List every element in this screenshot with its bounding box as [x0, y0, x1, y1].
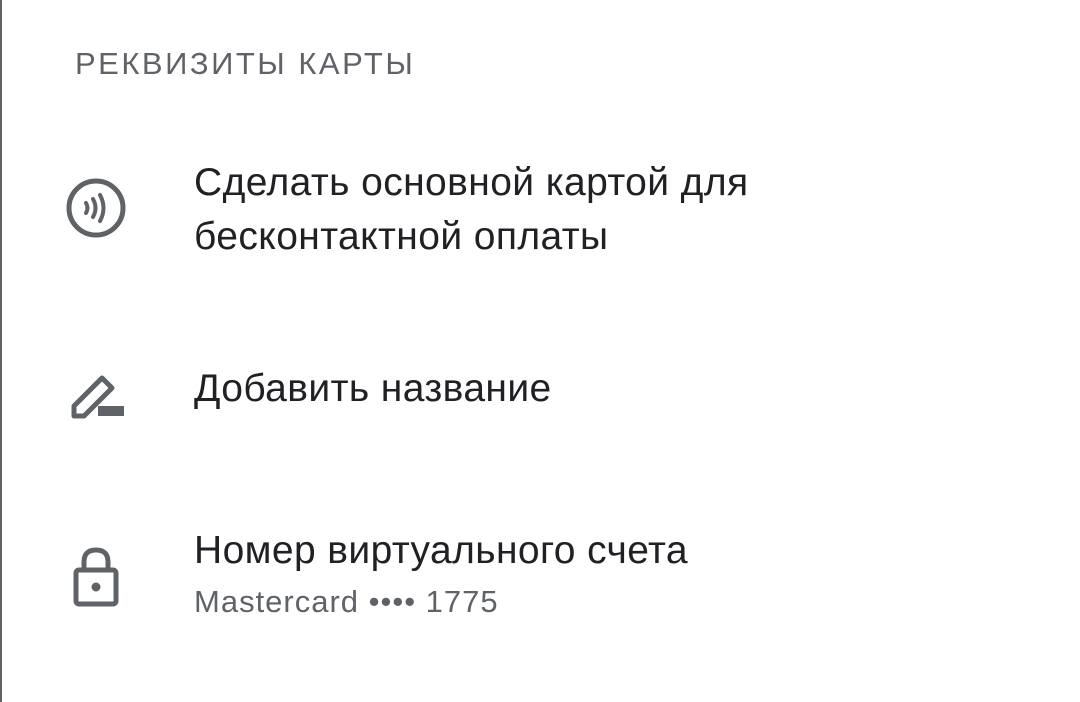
section-header: РЕКВИЗИТЫ КАРТЫ [75, 46, 416, 81]
contactless-icon [60, 172, 132, 244]
add-name-title: Добавить название [194, 367, 552, 410]
add-name-item[interactable]: Добавить название [0, 362, 1080, 432]
edit-icon [60, 360, 132, 432]
lock-icon [60, 540, 132, 612]
contactless-default-title-line1: Сделать основной картой для [194, 161, 749, 204]
virtual-account-title: Номер виртуального счета [194, 529, 688, 572]
virtual-account-item[interactable]: Номер виртуального счета Mastercard ••••… [0, 524, 1080, 634]
virtual-account-subtitle: Mastercard •••• 1775 [194, 584, 499, 619]
contactless-default-title-line2: бесконтактной оплаты [194, 215, 609, 258]
